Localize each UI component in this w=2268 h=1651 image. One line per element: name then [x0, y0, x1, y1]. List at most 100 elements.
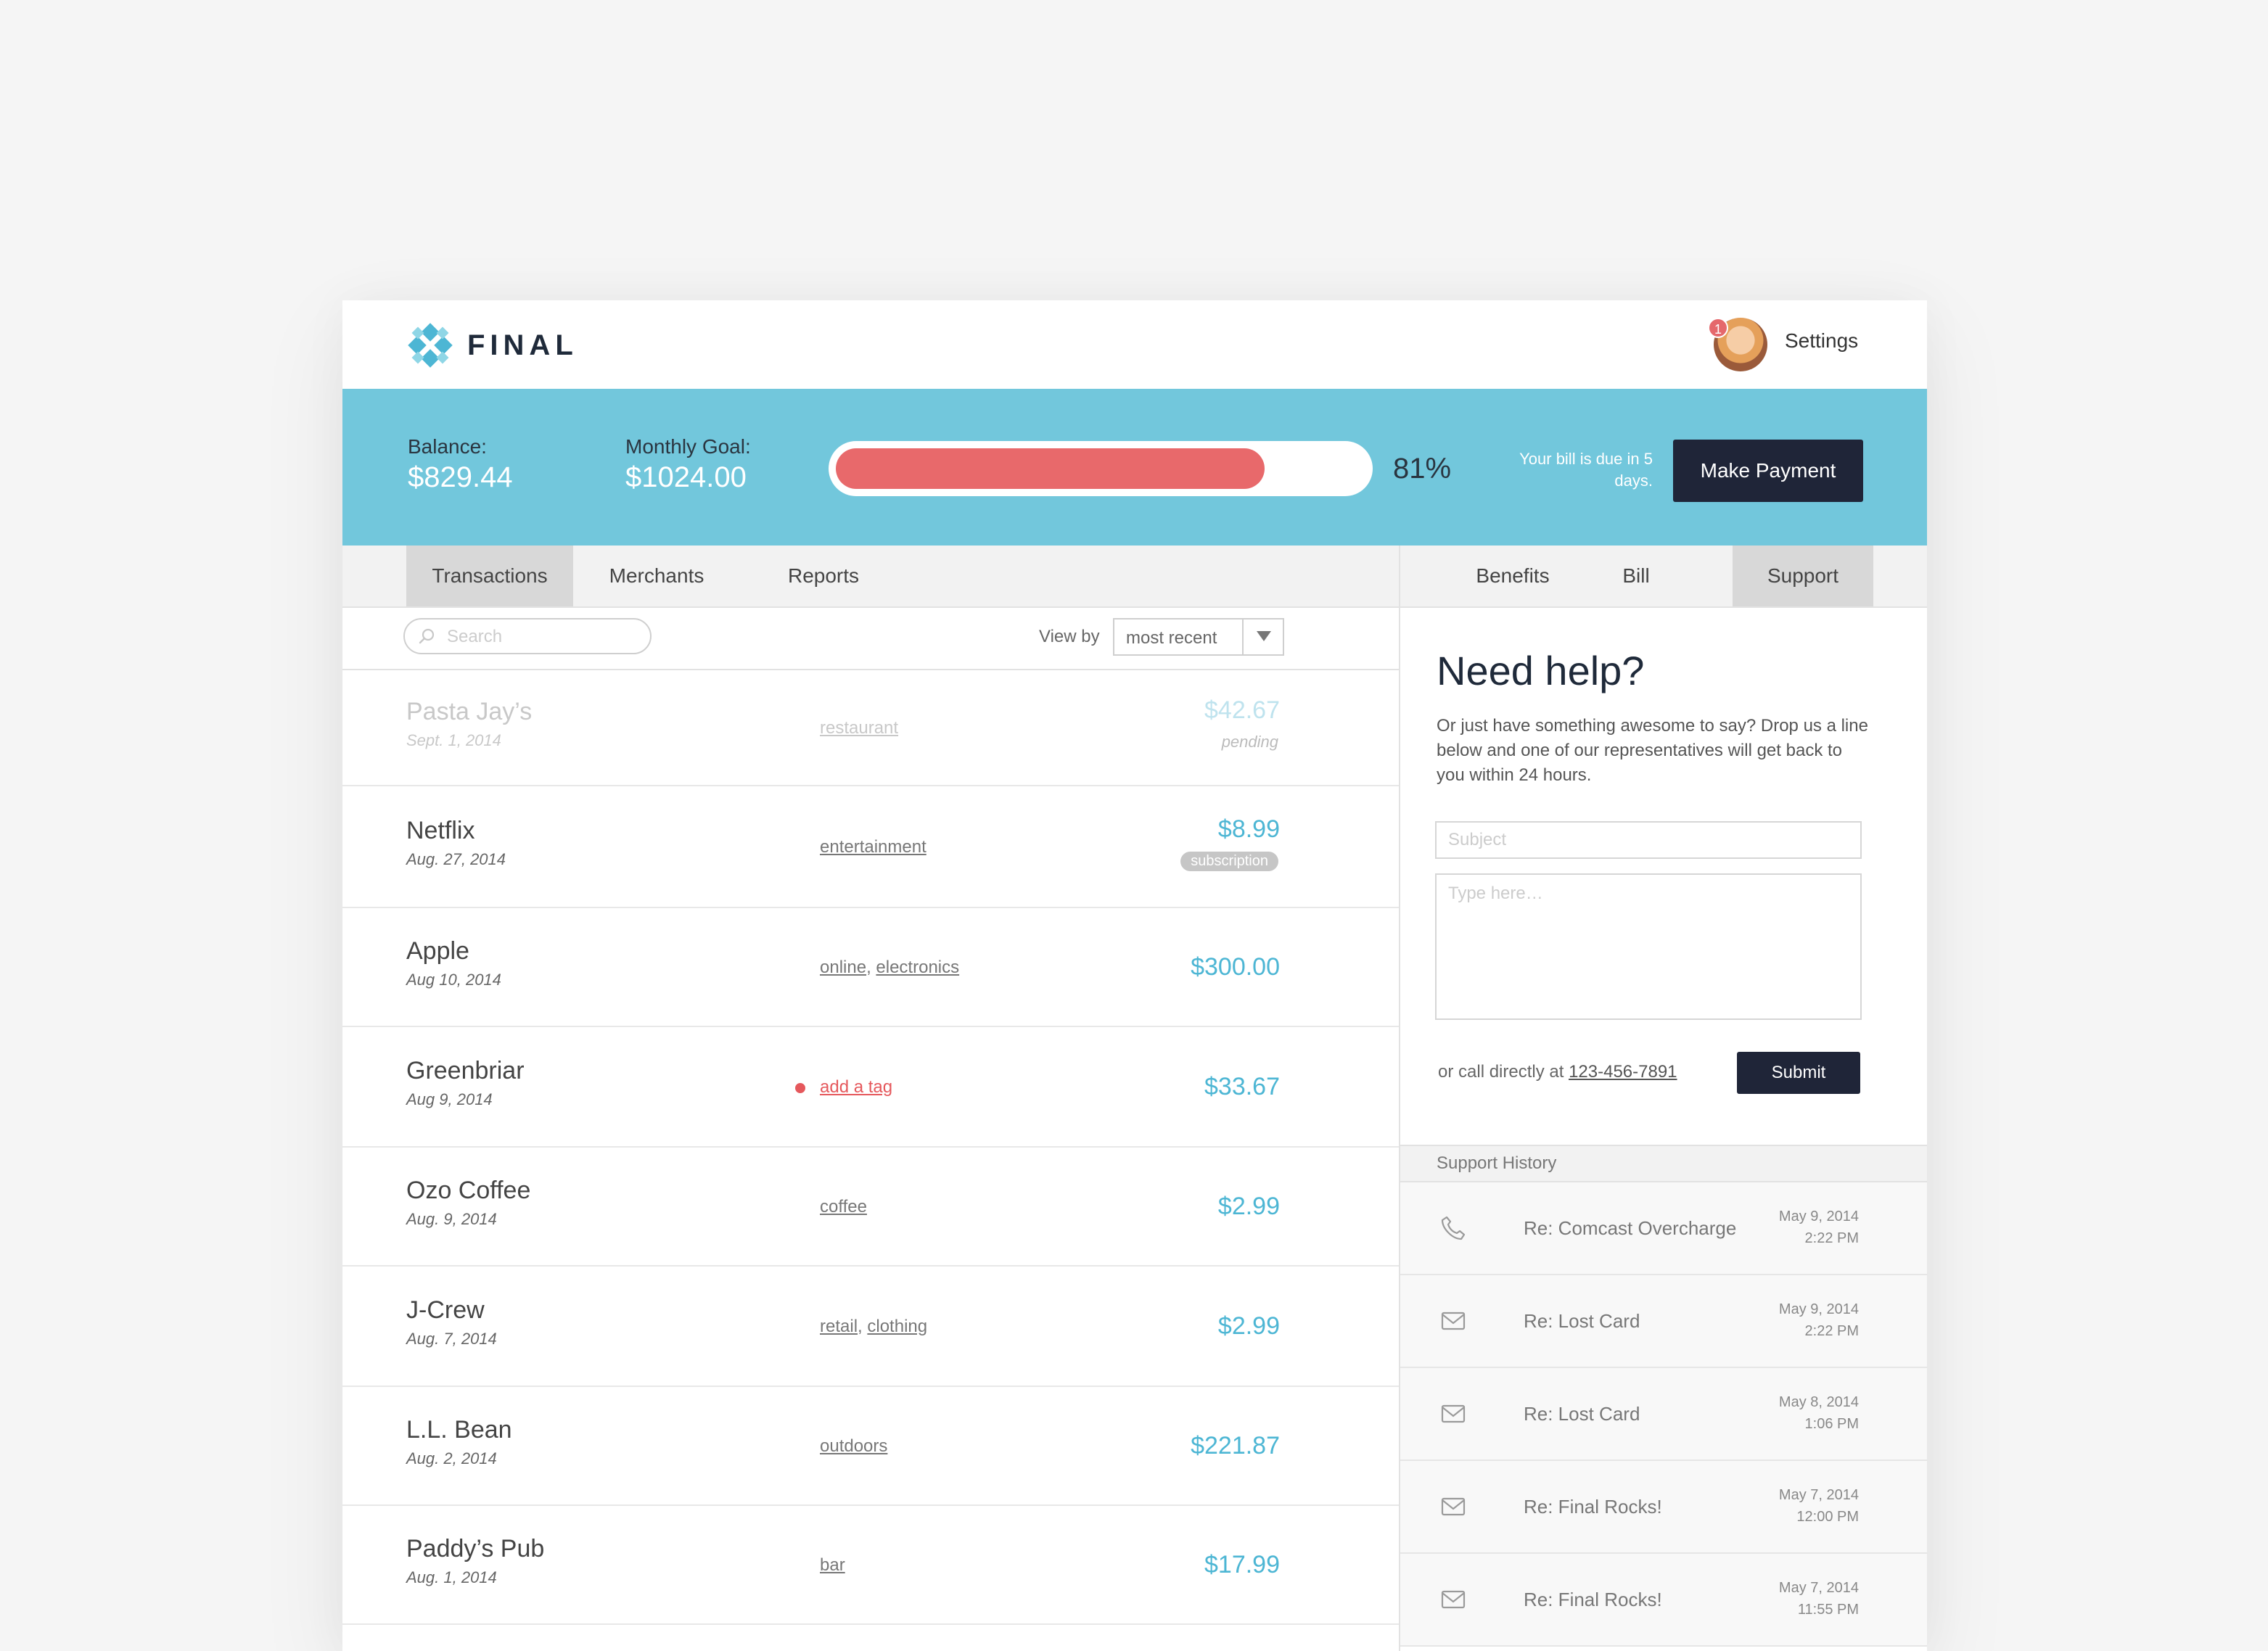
view-by-value: most recent: [1126, 628, 1217, 648]
tab-merchants[interactable]: Merchants: [573, 545, 740, 606]
transaction-amount: $42.67: [1204, 696, 1280, 724]
goal-progress-bar: [829, 441, 1373, 496]
tag-separator: ,: [858, 1317, 868, 1336]
transaction-list: Pasta Jay’s Sept. 1, 2014 restaurant $42.67…: [342, 670, 1399, 1625]
history-time: 1:06 PM: [1804, 1416, 1859, 1432]
support-description: Or just have something awesome to say? D…: [1437, 716, 1868, 785]
add-tag-link[interactable]: add a tag: [820, 1077, 892, 1097]
pending-status: pending: [1221, 733, 1278, 751]
merchant-name: Greenbriar: [406, 1057, 525, 1084]
mail-icon: [1439, 1493, 1467, 1520]
tag-link[interactable]: online: [820, 958, 866, 977]
search-box[interactable]: [403, 618, 652, 654]
history-subject: Re: Comcast Overcharge: [1524, 1217, 1737, 1239]
transaction-date: Aug. 9, 2014: [406, 1210, 497, 1228]
transaction-row[interactable]: Greenbriar Aug 9, 2014 add a tag $33.67: [342, 1027, 1399, 1148]
logo[interactable]: FINAL: [408, 323, 578, 368]
balance-value: $829.44: [408, 461, 513, 493]
tag-link[interactable]: electronics: [876, 958, 959, 977]
support-history-item[interactable]: Re: Lost Card May 8, 2014 1:06 PM: [1400, 1368, 1927, 1461]
balance-banner: Balance: $829.44 Monthly Goal: $1024.00 …: [342, 389, 1927, 545]
goal-progress-percent: 81%: [1393, 453, 1452, 485]
support-history-item[interactable]: Re: Lost Card May 9, 2014 2:22 PM: [1400, 1275, 1927, 1368]
goal-label: Monthly Goal:: [625, 435, 751, 458]
search-input[interactable]: [445, 624, 644, 650]
message-field[interactable]: [1435, 873, 1862, 1020]
history-timestamp: May 7, 2014 12:00 PM: [1779, 1484, 1859, 1528]
transaction-row[interactable]: Apple Aug 10, 2014 online, electronics $300…: [342, 908, 1399, 1027]
tag-list: coffee: [820, 1197, 867, 1217]
tab-bill[interactable]: Bill: [1582, 545, 1690, 606]
transaction-row[interactable]: Netflix Aug. 27, 2014 entertainment $8.99 su…: [342, 786, 1399, 908]
search-icon: [419, 628, 435, 644]
goal-progress-fill: [836, 448, 1265, 489]
app-window: FINAL 1 Settings Balance: $829.44 Monthl…: [342, 300, 1927, 1651]
history-subject: Re: Final Rocks!: [1524, 1589, 1662, 1610]
history-timestamp: May 8, 2014 1:06 PM: [1779, 1391, 1859, 1435]
phone-icon: [1439, 1214, 1467, 1242]
history-time: 2:22 PM: [1804, 1230, 1859, 1246]
tab-transactions[interactable]: Transactions: [406, 545, 573, 606]
merchant-name: Netflix: [406, 817, 475, 844]
history-time: 11:55 PM: [1797, 1602, 1859, 1618]
support-history-title: Support History: [1437, 1153, 1557, 1173]
tag-link[interactable]: outdoors: [820, 1436, 887, 1456]
logo-icon: [408, 323, 453, 368]
tag-link[interactable]: bar: [820, 1555, 845, 1575]
transaction-row[interactable]: Paddy’s Pub Aug. 1, 2014 bar $17.99: [342, 1506, 1399, 1625]
tag-separator: ,: [866, 958, 876, 977]
call-directly-text: or call directly at 123-456-7891: [1438, 1062, 1677, 1082]
merchant-name: Ozo Coffee: [406, 1177, 531, 1204]
notification-badge[interactable]: 1: [1708, 318, 1728, 338]
tag-link[interactable]: coffee: [820, 1197, 867, 1216]
support-history-item[interactable]: Re: Final Rocks! May 7, 2014 12:00 PM: [1400, 1461, 1927, 1554]
transactions-toolbar: View by most recent: [342, 608, 1399, 670]
history-subject: Re: Lost Card: [1524, 1310, 1640, 1332]
transaction-date: Aug 10, 2014: [406, 971, 501, 989]
mail-icon: [1439, 1586, 1467, 1613]
tab-reports[interactable]: Reports: [740, 545, 907, 606]
tag-list: online, electronics: [820, 958, 959, 978]
bill-due-note: Your bill is due in 5 days.: [1519, 450, 1653, 490]
transaction-amount: $8.99: [1217, 815, 1280, 843]
transaction-row[interactable]: Pasta Jay’s Sept. 1, 2014 restaurant $42.67…: [342, 670, 1399, 786]
transaction-date: Aug. 1, 2014: [406, 1568, 497, 1586]
right-tab-bar: Benefits Bill Support: [1400, 545, 1927, 608]
settings-link[interactable]: Settings: [1785, 329, 1858, 353]
view-by-select[interactable]: most recent: [1113, 618, 1284, 656]
transaction-amount: $300.00: [1191, 953, 1280, 981]
tag-list: bar: [820, 1555, 845, 1576]
transaction-date: Aug. 7, 2014: [406, 1330, 497, 1348]
transaction-amount: $221.87: [1191, 1432, 1280, 1459]
tag-list: outdoors: [820, 1436, 887, 1457]
tab-support[interactable]: Support: [1733, 545, 1873, 606]
transaction-row[interactable]: L.L. Bean Aug. 2, 2014 outdoors $221.87: [342, 1387, 1399, 1506]
merchant-name: Paddy’s Pub: [406, 1535, 545, 1563]
tag-link[interactable]: entertainment: [820, 837, 926, 857]
tab-benefits[interactable]: Benefits: [1444, 545, 1582, 606]
submit-button[interactable]: Submit: [1737, 1052, 1860, 1094]
mail-icon: [1439, 1307, 1467, 1335]
history-timestamp: May 9, 2014 2:22 PM: [1779, 1298, 1859, 1342]
top-bar: FINAL 1 Settings: [342, 300, 1927, 389]
support-history-item[interactable]: Re: Comcast Overcharge May 9, 2014 2:22 PM: [1400, 1182, 1927, 1275]
history-time: 2:22 PM: [1804, 1323, 1859, 1339]
support-history-item[interactable]: Re: Final Rocks! May 7, 2014 11:55 PM: [1400, 1554, 1927, 1647]
call-prefix: or call directly at: [1438, 1062, 1569, 1082]
transaction-date: Aug 9, 2014: [406, 1090, 493, 1108]
view-by-label: View by: [1039, 627, 1100, 646]
chevron-down-icon[interactable]: [1242, 619, 1283, 654]
subject-field[interactable]: [1435, 821, 1862, 859]
tag-link[interactable]: retail: [820, 1317, 858, 1336]
transaction-row[interactable]: Ozo Coffee Aug. 9, 2014 coffee $2.99: [342, 1148, 1399, 1267]
tag-link[interactable]: restaurant: [820, 718, 898, 738]
history-date: May 8, 2014: [1778, 1394, 1859, 1410]
make-payment-button[interactable]: Make Payment: [1673, 440, 1863, 502]
transaction-row[interactable]: J-Crew Aug. 7, 2014 retail, clothing $2.99: [342, 1267, 1399, 1387]
tag-link[interactable]: clothing: [867, 1317, 927, 1336]
support-history-header: Support History: [1400, 1145, 1927, 1182]
tag-list: add a tag: [820, 1077, 892, 1098]
transaction-amount: $2.99: [1217, 1193, 1280, 1220]
phone-link[interactable]: 123-456-7891: [1569, 1062, 1677, 1082]
merchant-name: Apple: [406, 937, 469, 965]
